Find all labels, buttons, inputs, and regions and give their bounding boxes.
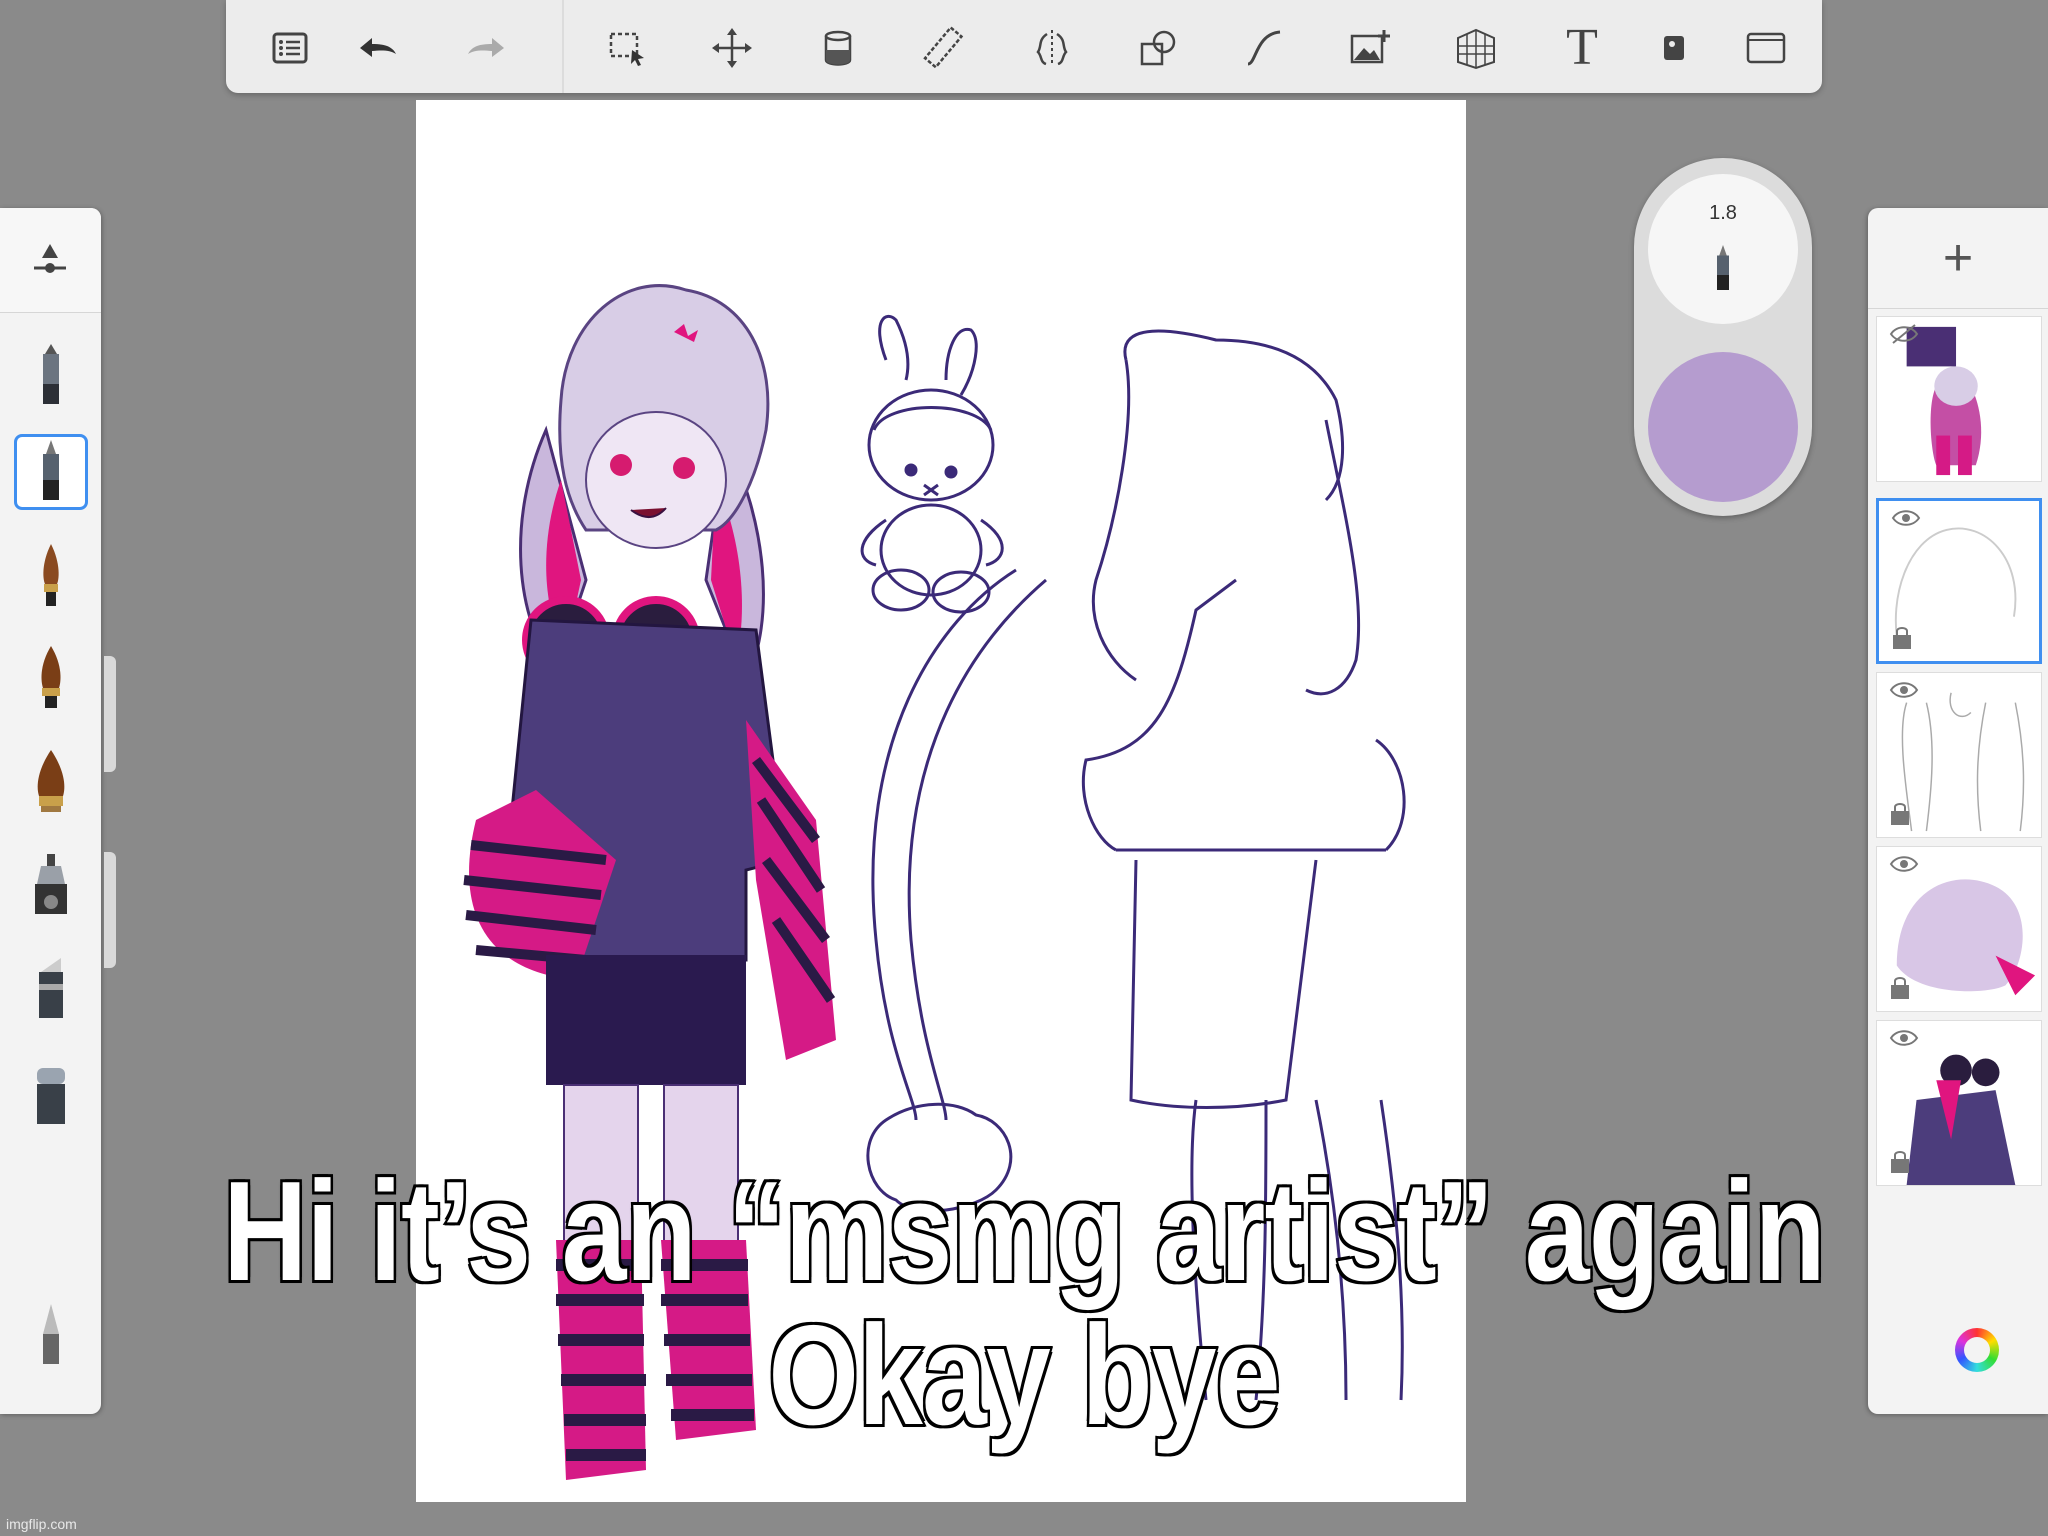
layer-4-thumbnail[interactable] xyxy=(1876,846,2042,1012)
visibility-eye-icon[interactable] xyxy=(1889,679,1919,701)
text-tool-label: T xyxy=(1566,19,1598,76)
marker-brush[interactable] xyxy=(14,952,88,1028)
ruler-icon[interactable] xyxy=(920,24,968,72)
text-icon[interactable]: T xyxy=(1558,19,1606,76)
curve-icon[interactable] xyxy=(1240,24,1288,72)
layer-3-thumbnail[interactable] xyxy=(1876,672,2042,838)
striped-sleeve-right xyxy=(746,720,836,1060)
brush-settings-icon xyxy=(34,244,66,273)
paint-brush-3[interactable] xyxy=(14,744,88,820)
layer-1-thumbnail[interactable] xyxy=(1876,316,2042,482)
marker-icon xyxy=(39,958,63,1018)
top-toolbar: T xyxy=(226,0,1822,93)
color-puck[interactable] xyxy=(1648,352,1798,502)
brush-settings-button[interactable] xyxy=(0,208,101,313)
alpha-lock-icon[interactable] xyxy=(1889,801,1911,827)
visibility-hidden-icon[interactable] xyxy=(1889,323,1919,345)
airbrush-icon xyxy=(35,854,67,914)
pencil-icon xyxy=(43,344,59,404)
watermark: imgflip.com xyxy=(6,1516,77,1532)
undo-icon[interactable] xyxy=(354,24,402,72)
round-brush-icon xyxy=(37,750,65,812)
fullscreen-icon[interactable] xyxy=(1742,24,1790,72)
pen-tip-icon xyxy=(1717,245,1729,290)
visibility-eye-icon[interactable] xyxy=(1891,507,1921,529)
brush-size-value: 1.8 xyxy=(1709,202,1737,224)
brush-puck: 1.8 xyxy=(1634,158,1812,516)
meme-caption: Hi it’s an “msmg artist” again Okay bye xyxy=(0,1152,2048,1455)
layer-2-thumbnail[interactable] xyxy=(1876,498,2042,664)
shapes-icon[interactable] xyxy=(1134,24,1182,72)
airbrush[interactable] xyxy=(14,848,88,924)
ballpoint-pen-icon xyxy=(43,440,59,500)
caption-line-2: Okay bye xyxy=(766,1296,1282,1455)
eraser-icon xyxy=(37,1068,65,1124)
stencil-icon[interactable] xyxy=(1650,24,1698,72)
perspective-icon[interactable] xyxy=(1452,24,1500,72)
selection-icon[interactable] xyxy=(604,24,652,72)
alpha-lock-icon[interactable] xyxy=(1891,625,1913,651)
list-icon[interactable] xyxy=(266,24,314,72)
toolbar-divider xyxy=(562,0,564,93)
brush-size-puck[interactable]: 1.8 xyxy=(1648,174,1798,324)
paint-brush-2[interactable] xyxy=(14,640,88,716)
add-image-icon[interactable] xyxy=(1346,24,1394,72)
redo-icon[interactable] xyxy=(462,24,510,72)
add-layer-button[interactable]: + xyxy=(1868,208,2048,309)
symmetry-icon[interactable] xyxy=(1028,24,1076,72)
ballpoint-brush[interactable] xyxy=(14,434,88,510)
paint-brush-1[interactable] xyxy=(14,538,88,614)
fill-icon[interactable] xyxy=(814,24,862,72)
paintbrush-icon xyxy=(43,544,59,606)
brush-size-slider-tab[interactable] xyxy=(104,656,116,772)
visibility-eye-icon[interactable] xyxy=(1889,1027,1919,1049)
transform-icon[interactable] xyxy=(708,24,756,72)
bunny-plush-sketch xyxy=(860,314,1004,614)
tail-sketch xyxy=(866,568,1047,1213)
brush-opacity-slider-tab[interactable] xyxy=(104,852,116,968)
flat-brush-icon xyxy=(41,646,61,708)
pencil-brush[interactable] xyxy=(14,338,88,414)
alpha-lock-icon[interactable] xyxy=(1889,975,1911,1001)
visibility-eye-icon[interactable] xyxy=(1889,853,1919,875)
caption-line-1: Hi it’s an “msmg artist” again xyxy=(221,1152,1828,1311)
eraser-brush[interactable] xyxy=(14,1058,88,1134)
